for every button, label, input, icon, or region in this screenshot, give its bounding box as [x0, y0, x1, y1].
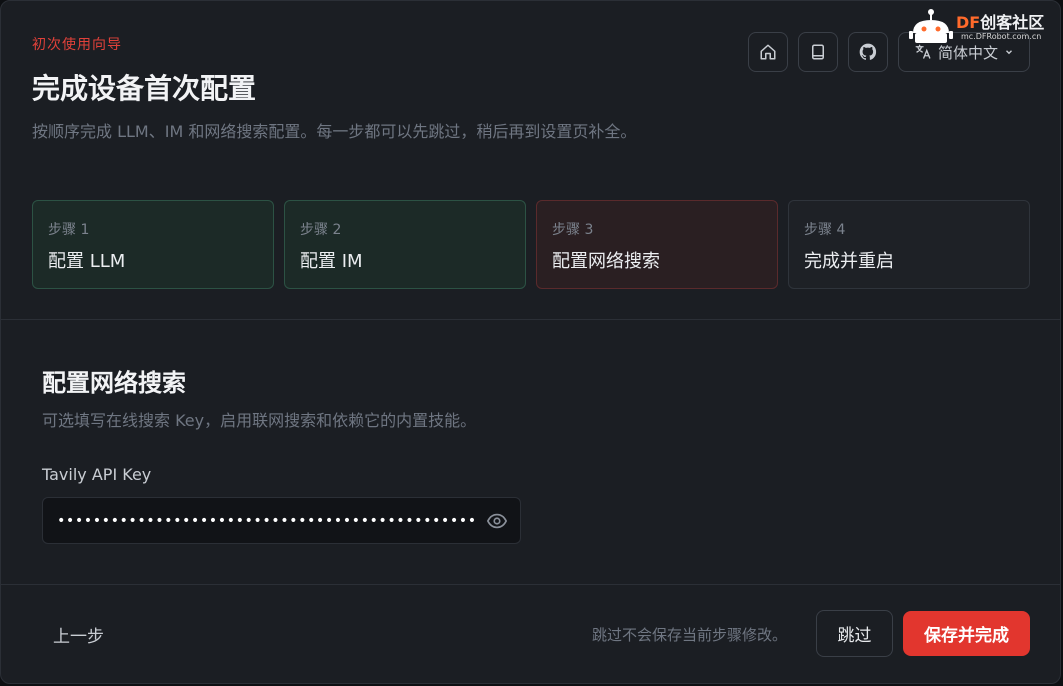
watermark-brand: DF创客社区 [956, 9, 1044, 33]
step-llm[interactable]: 步骤 1 配置 LLM [32, 200, 274, 289]
home-button[interactable] [748, 32, 788, 72]
home-icon [760, 44, 776, 60]
step-number: 步骤 3 [552, 222, 594, 238]
docs-button[interactable] [798, 32, 838, 72]
wizard-steps: 步骤 1 配置 LLM 步骤 2 配置 IM 步骤 3 配置网络搜索 步骤 4 … [32, 200, 1030, 289]
step-number: 步骤 1 [48, 222, 90, 238]
chevron-down-icon [1006, 50, 1012, 55]
step-web-search[interactable]: 步骤 3 配置网络搜索 [536, 200, 778, 289]
step-label: 完成并重启 [804, 251, 894, 272]
book-icon [812, 44, 824, 60]
section-title: 配置网络搜索 [42, 369, 186, 397]
step-number: 步骤 4 [804, 222, 846, 238]
eye-icon[interactable] [486, 510, 508, 532]
tavily-key-label: Tavily API Key [42, 465, 152, 484]
step-label: 配置 LLM [48, 251, 126, 272]
skip-hint: 跳过不会保存当前步骤修改。 [592, 626, 788, 644]
step-label: 配置 IM [300, 251, 363, 272]
page-subtitle: 按顺序完成 LLM、IM 和网络搜索配置。每一步都可以先跳过，稍后再到设置页补全… [32, 122, 637, 141]
dfrobot-watermark: DF创客社区 mc.DFRobot.com.cn [909, 5, 1060, 47]
skip-button[interactable]: 跳过 [816, 610, 893, 657]
robot-logo-icon [909, 9, 953, 43]
previous-step-button[interactable]: 上一步 [53, 622, 104, 647]
section-divider-top [1, 319, 1060, 320]
step-label: 配置网络搜索 [552, 251, 660, 272]
page-title: 完成设备首次配置 [32, 72, 257, 105]
tavily-key-input[interactable] [57, 498, 475, 543]
watermark-brand-name: 创客社区 [980, 13, 1045, 32]
tavily-key-field [42, 497, 521, 544]
step-finish-restart[interactable]: 步骤 4 完成并重启 [788, 200, 1030, 289]
github-icon [859, 43, 877, 60]
save-and-finish-button[interactable]: 保存并完成 [903, 611, 1030, 656]
section-description: 可选填写在线搜索 Key，启用联网搜索和依赖它的内置技能。 [42, 411, 477, 430]
watermark-url: mc.DFRobot.com.cn [961, 32, 1042, 41]
step-im[interactable]: 步骤 2 配置 IM [284, 200, 526, 289]
section-divider-bottom [1, 584, 1060, 585]
watermark-brand-df: DF [956, 13, 981, 32]
wizard-eyebrow: 初次使用向导 [32, 37, 122, 53]
github-button[interactable] [848, 32, 888, 72]
setup-wizard-card: 初次使用向导 完成设备首次配置 按顺序完成 LLM、IM 和网络搜索配置。每一步… [0, 0, 1061, 684]
step-number: 步骤 2 [300, 222, 342, 238]
